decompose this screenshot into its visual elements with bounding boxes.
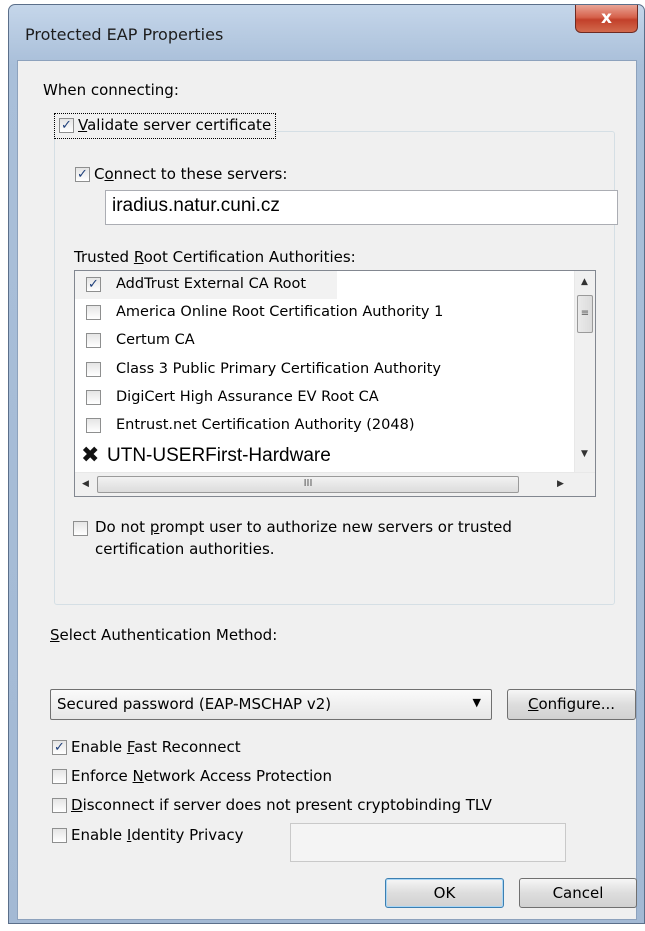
enforce-nap-check <box>52 769 67 784</box>
connect-servers-label: nnect to these servers: <box>113 165 288 183</box>
validate-cert-check: ✓ <box>59 118 74 133</box>
list-item[interactable]: ✓ AddTrust External CA Root <box>75 271 337 299</box>
list-item[interactable]: Class 3 Public Primary Certification Aut… <box>75 356 575 384</box>
fast-reconnect-checkbox[interactable]: ✓ Enable Fast Reconnect <box>52 738 241 756</box>
no-prompt-label: Do not prompt user to authorize new serv… <box>95 518 512 536</box>
vertical-scroll-thumb[interactable]: ≡ <box>577 295 593 333</box>
servers-input-value: iradius.natur.cuni.cz <box>112 195 280 216</box>
connect-servers-checkbox[interactable]: ✓ Connect to these servers: <box>75 165 287 183</box>
dialog-window: Protected EAP Properties x When connecti… <box>8 4 645 924</box>
connect-servers-check: ✓ <box>75 167 90 182</box>
close-button[interactable]: x <box>575 5 638 33</box>
cross-mark-icon: ✖ <box>81 443 100 468</box>
auth-method-selected: Secured password (EAP-MSCHAP v2) <box>57 695 332 713</box>
list-item[interactable]: Certum CA <box>75 327 575 355</box>
window-title: Protected EAP Properties <box>25 25 224 44</box>
ca-checkbox[interactable] <box>86 418 101 433</box>
identity-privacy-checkbox[interactable]: Enable Identity Privacy <box>52 826 243 844</box>
trusted-root-list[interactable]: ✓ AddTrust External CA Root America Onli… <box>74 270 596 497</box>
configure-button[interactable]: Configure... <box>507 689 636 720</box>
validate-cert-checkbox[interactable]: ✓ Validate server certificate <box>53 113 277 139</box>
list-item[interactable]: ✖ UTN-USERFirst-Hardware <box>75 441 575 469</box>
chevron-down-icon: ▼ <box>472 696 481 709</box>
identity-privacy-check <box>52 828 67 843</box>
cryptobinding-checkbox[interactable]: Disconnect if server does not present cr… <box>52 796 492 814</box>
list-item[interactable]: DigiCert High Assurance EV Root CA <box>75 384 575 412</box>
servers-input[interactable]: iradius.natur.cuni.cz <box>105 190 618 225</box>
title-bar[interactable]: Protected EAP Properties x <box>9 5 644 61</box>
fast-reconnect-check: ✓ <box>52 740 67 755</box>
ok-button[interactable]: OK <box>385 878 504 908</box>
dialog-client-area: When connecting: ✓ Validate server certif… <box>17 60 637 920</box>
cancel-button[interactable]: Cancel <box>519 878 637 908</box>
ca-checkbox[interactable]: ✓ <box>86 277 101 292</box>
auth-method-label: Select Authentication Method: <box>50 626 278 644</box>
list-vertical-scrollbar[interactable]: ▲ ≡ ▼ <box>574 271 595 472</box>
auth-method-select[interactable]: Secured password (EAP-MSCHAP v2) ▼ <box>50 689 492 720</box>
ca-checkbox[interactable] <box>86 333 101 348</box>
ca-checkbox[interactable] <box>86 390 101 405</box>
horizontal-scroll-thumb[interactable]: III <box>97 476 519 493</box>
enforce-nap-checkbox[interactable]: Enforce Network Access Protection <box>52 767 332 785</box>
validate-cert-label: alidate server certificate <box>87 116 272 134</box>
scroll-down-arrow-icon[interactable]: ▼ <box>581 449 588 459</box>
no-prompt-check <box>73 521 88 536</box>
cryptobinding-check <box>52 798 67 813</box>
identity-privacy-input[interactable] <box>290 823 566 862</box>
no-prompt-label-line2: certification authorities. <box>95 540 275 558</box>
trusted-root-label: Trusted Root Certification Authorities: <box>74 248 356 266</box>
scroll-left-arrow-icon[interactable]: ◀ <box>82 479 89 489</box>
ca-checkbox[interactable] <box>86 362 101 377</box>
list-item[interactable]: America Online Root Certification Author… <box>75 299 575 327</box>
scroll-right-arrow-icon[interactable]: ▶ <box>557 479 564 489</box>
list-item[interactable]: Entrust.net Certification Authority (204… <box>75 412 575 440</box>
list-horizontal-scrollbar[interactable]: ◀ III ▶ <box>75 472 595 496</box>
when-connecting-label: When connecting: <box>43 81 179 99</box>
ca-checkbox[interactable] <box>86 305 101 320</box>
scroll-up-arrow-icon[interactable]: ▲ <box>581 277 588 287</box>
